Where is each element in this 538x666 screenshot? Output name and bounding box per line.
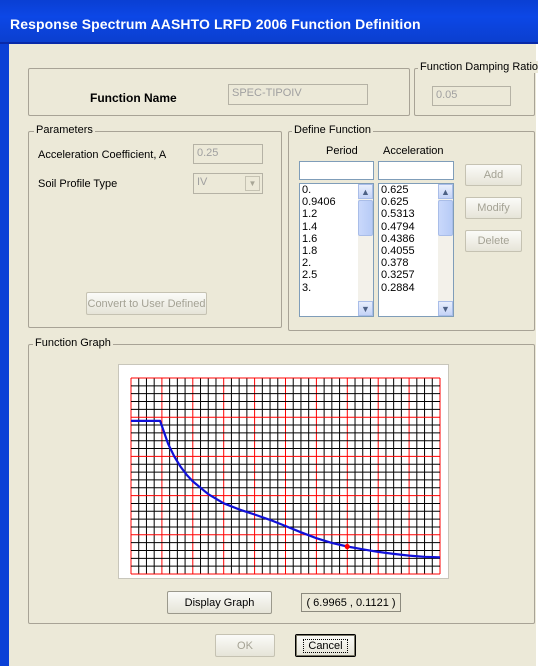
- window-title: Response Spectrum AASHTO LRFD 2006 Funct…: [10, 16, 421, 32]
- convert-to-user-defined-button[interactable]: Convert to User Defined: [86, 292, 207, 315]
- damping-ratio-field[interactable]: 0.05: [432, 86, 511, 106]
- response-spectrum-chart: [130, 377, 441, 575]
- soil-profile-value: IV: [197, 176, 208, 188]
- add-button[interactable]: Add: [465, 164, 522, 186]
- acceleration-coefficient-field[interactable]: 0.25: [193, 144, 263, 164]
- scroll-down-icon[interactable]: ▼: [358, 301, 373, 316]
- scroll-thumb[interactable]: [358, 200, 373, 236]
- damping-ratio-legend: Function Damping Ratio: [418, 61, 538, 73]
- delete-button[interactable]: Delete: [465, 230, 522, 252]
- cancel-button-label: Cancel: [303, 638, 348, 653]
- ok-button[interactable]: OK: [215, 634, 275, 657]
- parameters-legend: Parameters: [34, 124, 95, 136]
- display-graph-button[interactable]: Display Graph: [167, 591, 272, 614]
- acceleration-input[interactable]: [378, 161, 454, 180]
- dialog-window: Response Spectrum AASHTO LRFD 2006 Funct…: [0, 0, 538, 666]
- function-graph-legend: Function Graph: [33, 337, 113, 349]
- function-name-field[interactable]: SPEC-TIPOIV: [228, 84, 368, 105]
- scroll-down-icon[interactable]: ▼: [438, 301, 453, 316]
- period-column-header: Period: [326, 145, 358, 157]
- acceleration-column-header: Acceleration: [383, 145, 444, 157]
- scroll-thumb[interactable]: [438, 200, 453, 236]
- period-list[interactable]: ▲ ▼ 0. 0.9406 1.2 1.4 1.6 1.8 2. 2.5 3.: [299, 183, 374, 317]
- chevron-down-icon[interactable]: ▼: [245, 176, 260, 191]
- cancel-button[interactable]: Cancel: [295, 634, 356, 657]
- window-frame-left: [0, 44, 9, 666]
- title-bar[interactable]: Response Spectrum AASHTO LRFD 2006 Funct…: [0, 0, 538, 44]
- define-function-legend: Define Function: [292, 124, 374, 136]
- acceleration-coefficient-label: Acceleration Coefficient, A: [38, 149, 167, 161]
- cursor-marker: [344, 543, 350, 550]
- period-input[interactable]: [299, 161, 374, 180]
- acceleration-list-scrollbar[interactable]: ▲ ▼: [438, 184, 453, 316]
- soil-profile-select[interactable]: IV ▼: [193, 173, 263, 194]
- acceleration-list[interactable]: ▲ ▼ 0.625 0.625 0.5313 0.4794 0.4386 0.4055 0.…: [378, 183, 454, 317]
- scroll-up-icon[interactable]: ▲: [438, 184, 453, 199]
- soil-profile-label: Soil Profile Type: [38, 178, 118, 190]
- function-name-label: Function Name: [90, 91, 177, 105]
- scroll-up-icon[interactable]: ▲: [358, 184, 373, 199]
- period-list-scrollbar[interactable]: ▲ ▼: [358, 184, 373, 316]
- cursor-coordinates-readout: ( 6.9965 , 0.1121 ): [301, 593, 401, 612]
- modify-button[interactable]: Modify: [465, 197, 522, 219]
- graph-canvas[interactable]: [118, 364, 449, 579]
